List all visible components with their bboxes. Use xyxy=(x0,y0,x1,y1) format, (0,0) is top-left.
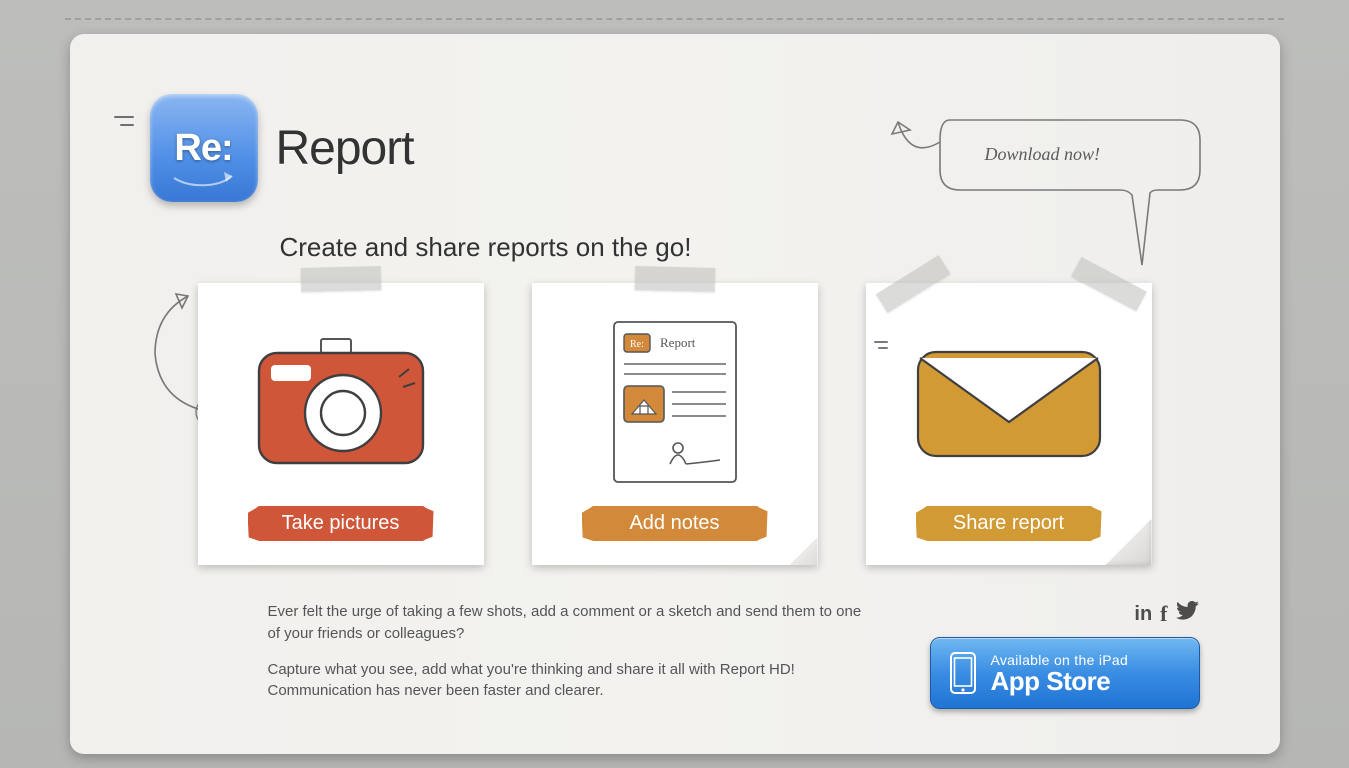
document-icon: Re: Report xyxy=(532,301,818,506)
download-callout-text: Download now! xyxy=(985,144,1165,165)
tape-icon xyxy=(300,266,381,292)
description-paragraph: Ever felt the urge of taking a few shots… xyxy=(268,601,870,645)
app-store-button[interactable]: Available on the iPad App Store xyxy=(930,637,1200,709)
app-icon: Re: xyxy=(150,94,258,202)
feature-card-share-report: Share report xyxy=(866,283,1152,565)
description-paragraph: Capture what you see, add what you're th… xyxy=(268,659,870,703)
header: Re: Report Download now! xyxy=(150,94,1200,202)
feature-label: Share report xyxy=(924,506,1094,541)
twitter-icon[interactable] xyxy=(1176,601,1200,627)
feature-card-add-notes: Re: Report Add notes xyxy=(532,283,818,565)
description-text: Ever felt the urge of taking a few shots… xyxy=(268,601,870,716)
camera-icon xyxy=(198,301,484,506)
bottom-section: Ever felt the urge of taking a few shots… xyxy=(150,601,1200,716)
svg-text:Re:: Re: xyxy=(630,339,644,350)
linkedin-icon[interactable]: in xyxy=(1134,603,1152,626)
feature-cards-row: Take pictures Re: Report xyxy=(150,283,1200,565)
appstore-line2: App Store xyxy=(991,668,1129,694)
content-page: Re: Report Download now! Create and shar… xyxy=(70,34,1280,754)
motion-lines-icon xyxy=(114,116,134,132)
brand-title: Report xyxy=(276,121,414,176)
feature-card-take-pictures: Take pictures xyxy=(198,283,484,565)
facebook-icon[interactable]: f xyxy=(1160,601,1167,627)
ipad-icon xyxy=(949,651,977,695)
feature-label: Add notes xyxy=(590,506,760,541)
page-top-divider xyxy=(65,18,1284,20)
refresh-loop-icon xyxy=(170,162,238,188)
svg-text:Report: Report xyxy=(660,335,696,350)
feature-label: Take pictures xyxy=(256,506,426,541)
envelope-icon xyxy=(866,301,1152,506)
social-links: in f xyxy=(1134,601,1199,627)
tape-icon xyxy=(634,266,715,292)
